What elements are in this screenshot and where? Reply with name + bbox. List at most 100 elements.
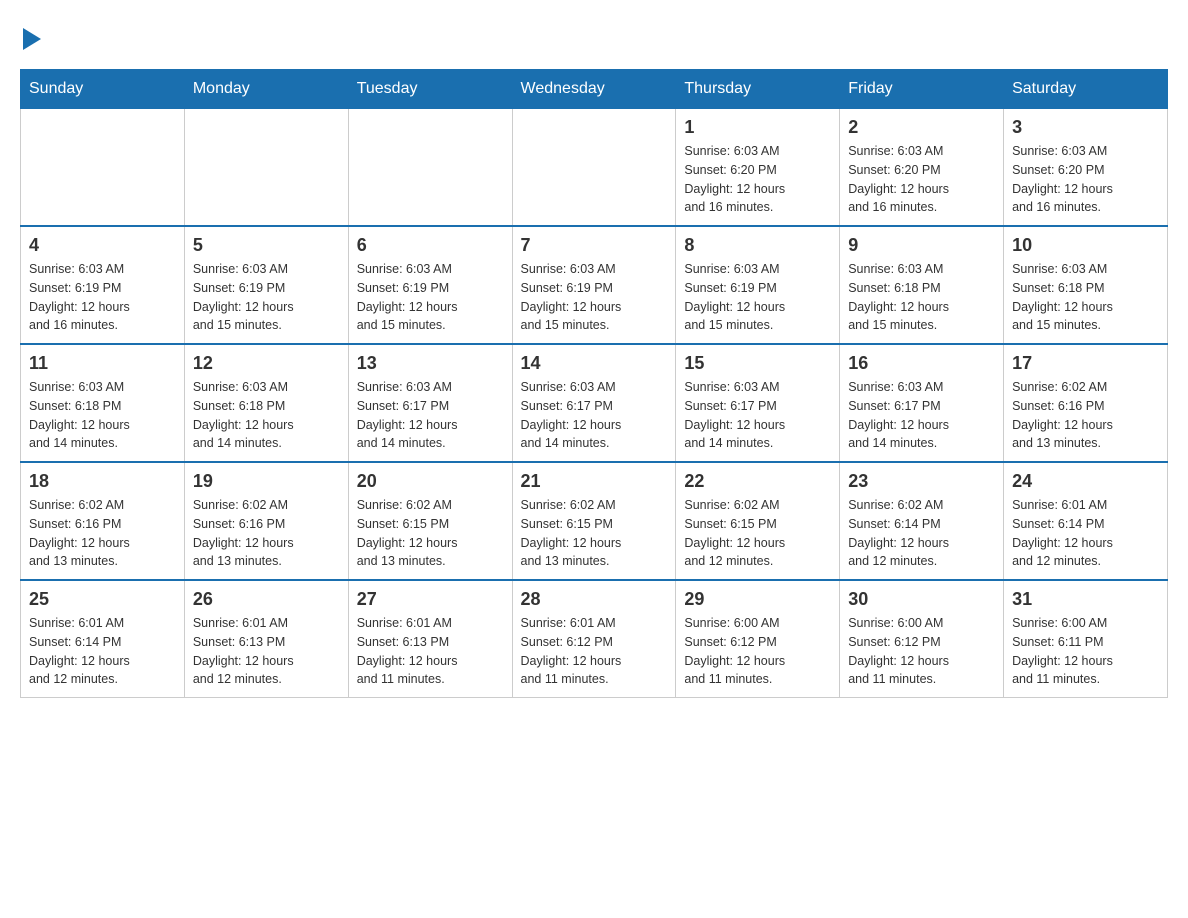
table-row: 24 Sunrise: 6:01 AMSunset: 6:14 PMDayligh…: [1004, 462, 1168, 580]
day-number: 22: [684, 471, 831, 492]
table-row: [21, 109, 185, 227]
day-number: 2: [848, 117, 995, 138]
day-number: 26: [193, 589, 340, 610]
day-number: 6: [357, 235, 504, 256]
table-row: 20 Sunrise: 6:02 AMSunset: 6:15 PMDayligh…: [348, 462, 512, 580]
table-row: 17Sunrise: 6:02 AMSunset: 6:16 PMDayligh…: [1004, 344, 1168, 462]
day-number: 18: [29, 471, 176, 492]
day-info: Sunrise: 6:03 AMSunset: 6:17 PMDaylight:…: [684, 378, 831, 453]
day-number: 19: [193, 471, 340, 492]
day-info: Sunrise: 6:02 AMSunset: 6:16 PMDaylight:…: [1012, 378, 1159, 453]
day-info: Sunrise: 6:00 AMSunset: 6:12 PMDaylight:…: [848, 614, 995, 689]
table-row: 22 Sunrise: 6:02 AMSunset: 6:15 PMDayligh…: [676, 462, 840, 580]
table-row: 31 Sunrise: 6:00 AMSunset: 6:11 PMDayligh…: [1004, 580, 1168, 698]
column-header-wednesday: Wednesday: [512, 70, 676, 109]
day-number: 28: [521, 589, 668, 610]
day-info: Sunrise: 6:02 AMSunset: 6:15 PMDaylight:…: [684, 496, 831, 571]
day-number: 7: [521, 235, 668, 256]
column-header-saturday: Saturday: [1004, 70, 1168, 109]
calendar-table: SundayMondayTuesdayWednesdayThursdayFrid…: [20, 69, 1168, 698]
table-row: 1 Sunrise: 6:03 AMSunset: 6:20 PMDaylight…: [676, 109, 840, 227]
day-number: 5: [193, 235, 340, 256]
day-info: Sunrise: 6:01 AMSunset: 6:12 PMDaylight:…: [521, 614, 668, 689]
table-row: 25 Sunrise: 6:01 AMSunset: 6:14 PMDayligh…: [21, 580, 185, 698]
table-row: 10Sunrise: 6:03 AMSunset: 6:18 PMDayligh…: [1004, 226, 1168, 344]
day-info: Sunrise: 6:02 AMSunset: 6:16 PMDaylight:…: [29, 496, 176, 571]
day-number: 8: [684, 235, 831, 256]
day-number: 3: [1012, 117, 1159, 138]
table-row: [512, 109, 676, 227]
table-row: 9 Sunrise: 6:03 AMSunset: 6:18 PMDaylight…: [840, 226, 1004, 344]
day-number: 10: [1012, 235, 1159, 256]
table-row: 26 Sunrise: 6:01 AMSunset: 6:13 PMDayligh…: [184, 580, 348, 698]
day-info: Sunrise: 6:03 AMSunset: 6:17 PMDaylight:…: [521, 378, 668, 453]
day-info: Sunrise: 6:03 AMSunset: 6:20 PMDaylight:…: [684, 142, 831, 217]
table-row: 28 Sunrise: 6:01 AMSunset: 6:12 PMDayligh…: [512, 580, 676, 698]
page-header: [20, 20, 1168, 51]
table-row: 4 Sunrise: 6:03 AMSunset: 6:19 PMDaylight…: [21, 226, 185, 344]
table-row: 6 Sunrise: 6:03 AMSunset: 6:19 PMDaylight…: [348, 226, 512, 344]
table-row: 29 Sunrise: 6:00 AMSunset: 6:12 PMDayligh…: [676, 580, 840, 698]
table-row: 11 Sunrise: 6:03 AMSunset: 6:18 PMDayligh…: [21, 344, 185, 462]
day-info: Sunrise: 6:03 AMSunset: 6:19 PMDaylight:…: [684, 260, 831, 335]
day-number: 11: [29, 353, 176, 374]
column-header-thursday: Thursday: [676, 70, 840, 109]
logo: [20, 28, 41, 51]
day-number: 25: [29, 589, 176, 610]
table-row: 18 Sunrise: 6:02 AMSunset: 6:16 PMDayligh…: [21, 462, 185, 580]
day-info: Sunrise: 6:00 AMSunset: 6:11 PMDaylight:…: [1012, 614, 1159, 689]
logo-flag-icon: [23, 28, 41, 50]
day-number: 31: [1012, 589, 1159, 610]
day-number: 1: [684, 117, 831, 138]
day-number: 12: [193, 353, 340, 374]
day-number: 20: [357, 471, 504, 492]
day-number: 4: [29, 235, 176, 256]
day-info: Sunrise: 6:03 AMSunset: 6:17 PMDaylight:…: [357, 378, 504, 453]
day-info: Sunrise: 6:01 AMSunset: 6:13 PMDaylight:…: [193, 614, 340, 689]
table-row: 15Sunrise: 6:03 AMSunset: 6:17 PMDayligh…: [676, 344, 840, 462]
table-row: 21 Sunrise: 6:02 AMSunset: 6:15 PMDayligh…: [512, 462, 676, 580]
day-number: 14: [521, 353, 668, 374]
day-number: 9: [848, 235, 995, 256]
day-info: Sunrise: 6:03 AMSunset: 6:19 PMDaylight:…: [193, 260, 340, 335]
day-info: Sunrise: 6:03 AMSunset: 6:20 PMDaylight:…: [1012, 142, 1159, 217]
day-info: Sunrise: 6:01 AMSunset: 6:14 PMDaylight:…: [29, 614, 176, 689]
day-info: Sunrise: 6:02 AMSunset: 6:15 PMDaylight:…: [521, 496, 668, 571]
table-row: 2 Sunrise: 6:03 AMSunset: 6:20 PMDaylight…: [840, 109, 1004, 227]
day-number: 13: [357, 353, 504, 374]
table-row: 7 Sunrise: 6:03 AMSunset: 6:19 PMDaylight…: [512, 226, 676, 344]
day-info: Sunrise: 6:02 AMSunset: 6:15 PMDaylight:…: [357, 496, 504, 571]
column-header-sunday: Sunday: [21, 70, 185, 109]
table-row: 23Sunrise: 6:02 AMSunset: 6:14 PMDayligh…: [840, 462, 1004, 580]
day-number: 23: [848, 471, 995, 492]
calendar-week-row: 18 Sunrise: 6:02 AMSunset: 6:16 PMDayligh…: [21, 462, 1168, 580]
day-number: 24: [1012, 471, 1159, 492]
day-info: Sunrise: 6:03 AMSunset: 6:19 PMDaylight:…: [357, 260, 504, 335]
table-row: 27 Sunrise: 6:01 AMSunset: 6:13 PMDayligh…: [348, 580, 512, 698]
day-info: Sunrise: 6:03 AMSunset: 6:18 PMDaylight:…: [848, 260, 995, 335]
table-row: 13 Sunrise: 6:03 AMSunset: 6:17 PMDayligh…: [348, 344, 512, 462]
day-info: Sunrise: 6:03 AMSunset: 6:19 PMDaylight:…: [521, 260, 668, 335]
table-row: 16Sunrise: 6:03 AMSunset: 6:17 PMDayligh…: [840, 344, 1004, 462]
column-header-monday: Monday: [184, 70, 348, 109]
calendar-week-row: 4 Sunrise: 6:03 AMSunset: 6:19 PMDaylight…: [21, 226, 1168, 344]
day-info: Sunrise: 6:03 AMSunset: 6:19 PMDaylight:…: [29, 260, 176, 335]
day-info: Sunrise: 6:03 AMSunset: 6:18 PMDaylight:…: [29, 378, 176, 453]
day-info: Sunrise: 6:03 AMSunset: 6:18 PMDaylight:…: [193, 378, 340, 453]
day-number: 27: [357, 589, 504, 610]
day-info: Sunrise: 6:03 AMSunset: 6:20 PMDaylight:…: [848, 142, 995, 217]
table-row: 12 Sunrise: 6:03 AMSunset: 6:18 PMDayligh…: [184, 344, 348, 462]
day-info: Sunrise: 6:01 AMSunset: 6:13 PMDaylight:…: [357, 614, 504, 689]
table-row: [184, 109, 348, 227]
day-info: Sunrise: 6:00 AMSunset: 6:12 PMDaylight:…: [684, 614, 831, 689]
calendar-week-row: 25 Sunrise: 6:01 AMSunset: 6:14 PMDayligh…: [21, 580, 1168, 698]
day-info: Sunrise: 6:01 AMSunset: 6:14 PMDaylight:…: [1012, 496, 1159, 571]
table-row: 3 Sunrise: 6:03 AMSunset: 6:20 PMDaylight…: [1004, 109, 1168, 227]
day-number: 21: [521, 471, 668, 492]
table-row: 8 Sunrise: 6:03 AMSunset: 6:19 PMDaylight…: [676, 226, 840, 344]
day-number: 30: [848, 589, 995, 610]
day-number: 29: [684, 589, 831, 610]
column-header-friday: Friday: [840, 70, 1004, 109]
column-header-tuesday: Tuesday: [348, 70, 512, 109]
table-row: [348, 109, 512, 227]
